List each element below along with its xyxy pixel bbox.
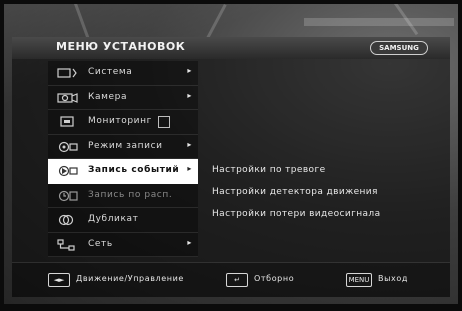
direction-keys-icon: ◄► (48, 273, 70, 287)
system-icon (57, 68, 77, 78)
brand-logo: SAMSUNG (370, 41, 428, 55)
ceiling-beam (74, 4, 91, 42)
menu-item-schedule-record[interactable]: Запись по расп. (48, 184, 198, 208)
menu-item-record-mode[interactable]: Режим записи ▸ (48, 135, 198, 159)
move-hint-label: Движение/Управление (76, 274, 184, 283)
menu-item-label: Сеть (88, 238, 113, 249)
duplicate-icon (58, 214, 74, 226)
key-help-bar: ◄► Движение/Управление ↵ Отборно MENU Вы… (12, 262, 450, 297)
exit-hint-label: Выход (378, 274, 408, 283)
submenu-arrow-icon: ▸ (187, 139, 192, 149)
monitoring-checkbox-icon (158, 116, 170, 128)
menu-item-system[interactable]: Система ▸ (48, 61, 198, 86)
submenu-arrow-icon: ▸ (187, 237, 192, 247)
menu-item-label: Камера (88, 91, 128, 102)
ceiling-light (304, 18, 454, 26)
menu-item-label: Дубликат (88, 214, 139, 224)
event-record-icon (58, 165, 78, 177)
camera-icon (57, 92, 78, 103)
move-hint: ◄► Движение/Управление (48, 273, 218, 287)
menu-item-monitoring[interactable]: Мониторинг (48, 110, 198, 135)
submenu-arrow-icon: ▸ (187, 66, 192, 75)
event-record-submenu: Настройки по тревоге Настройки детектора… (212, 159, 381, 225)
enter-hint-label: Отборно (254, 274, 295, 283)
camera-view-background: МЕНЮ УСТАНОВОК SAMSUNG Система ▸ Камера (4, 4, 458, 304)
exit-hint: MENU Выход (346, 273, 426, 287)
menu-item-label: Запись по расп. (88, 189, 173, 200)
menu-item-label: Режим записи (88, 140, 163, 151)
menu-item-network[interactable]: Сеть ▸ (48, 233, 198, 257)
setup-menu-panel: МЕНЮ УСТАНОВОК SAMSUNG Система ▸ Камера (12, 37, 450, 297)
enter-key-icon: ↵ (226, 273, 248, 287)
menu-item-event-record[interactable]: Запись событий ▸ (48, 159, 198, 184)
menu-item-duplicate[interactable]: Дубликат (48, 208, 198, 233)
menu-item-label: Мониторинг (88, 116, 152, 126)
submenu-arrow-icon: ▸ (187, 90, 192, 100)
menu-list: Система ▸ Камера ▸ Мониторинг Режим запи… (48, 61, 198, 257)
submenu-item-motion-detector-settings[interactable]: Настройки детектора движения (212, 181, 381, 203)
record-mode-icon (58, 141, 78, 152)
network-icon (57, 238, 75, 251)
menu-item-label: Система (88, 67, 133, 77)
enter-hint: ↵ Отборно (226, 273, 316, 287)
monitor-icon (60, 116, 74, 127)
menu-item-camera[interactable]: Камера ▸ (48, 86, 198, 110)
schedule-icon (58, 190, 78, 201)
menu-title: МЕНЮ УСТАНОВОК (56, 40, 186, 53)
submenu-item-video-loss-settings[interactable]: Настройки потери видеосигнала (212, 203, 381, 225)
submenu-item-alarm-settings[interactable]: Настройки по тревоге (212, 159, 381, 181)
menu-item-label: Запись событий (88, 165, 180, 175)
submenu-arrow-icon: ▸ (187, 164, 192, 173)
menu-title-bar: МЕНЮ УСТАНОВОК SAMSUNG (12, 37, 450, 59)
menu-key-icon: MENU (346, 273, 372, 287)
